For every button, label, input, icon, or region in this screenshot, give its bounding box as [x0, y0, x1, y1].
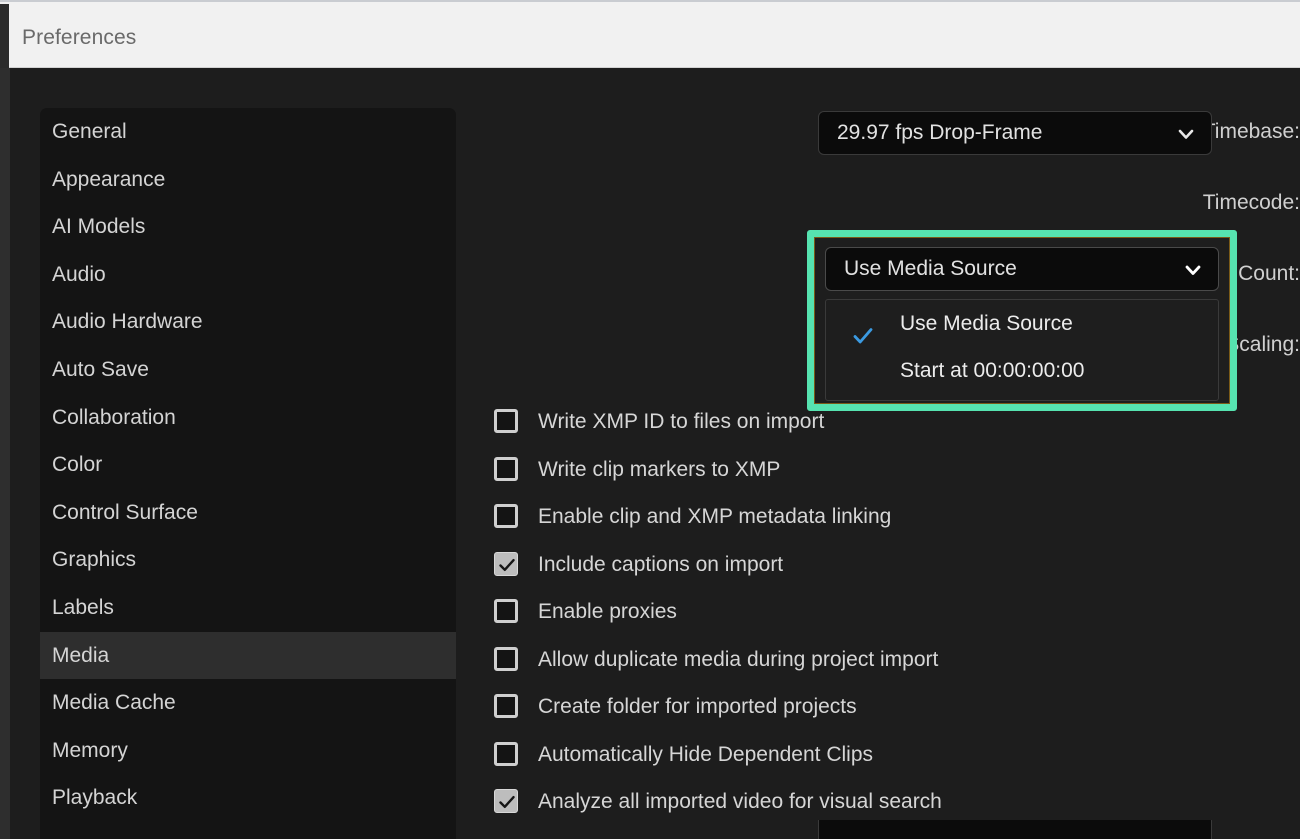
- checkbox-row[interactable]: Automatically Hide Dependent Clips: [494, 731, 1284, 779]
- checkbox-checked-icon[interactable]: [494, 789, 518, 813]
- timecode-menu-item-label: Use Media Source: [900, 312, 1073, 335]
- window-titlebar: Preferences: [0, 0, 1300, 70]
- timecode-dropdown-menu[interactable]: Use Media Source Start at 00:00:00:00: [825, 299, 1219, 401]
- checkbox-label: Write clip markers to XMP: [538, 457, 781, 481]
- sidebar-item-label: Auto Save: [52, 357, 149, 381]
- checkbox-label: Allow duplicate media during project imp…: [538, 647, 939, 671]
- checkbox-unchecked-icon[interactable]: [494, 409, 518, 433]
- sidebar-item-collaboration[interactable]: Collaboration: [40, 394, 456, 442]
- sidebar-item-color[interactable]: Color: [40, 441, 456, 489]
- media-timebase-select[interactable]: 29.97 fps Drop-Frame: [818, 111, 1212, 155]
- sidebar-item-label: Collaboration: [52, 405, 176, 429]
- sidebar-item-graphics[interactable]: Graphics: [40, 536, 456, 584]
- checkbox-unchecked-icon[interactable]: [494, 504, 518, 528]
- checkbox-label: Write XMP ID to files on import: [538, 410, 825, 433]
- checkbox-unchecked-icon[interactable]: [494, 741, 518, 766]
- checkbox-unchecked-icon[interactable]: [494, 456, 518, 481]
- checkbox-row[interactable]: Enable proxies: [494, 588, 1284, 636]
- checkbox-label: Create folder for imported projects: [538, 695, 857, 718]
- timecode-menu-item-label: Start at 00:00:00:00: [900, 359, 1085, 382]
- window-body: General Appearance AI Models Audio Audio Har…: [0, 68, 1300, 839]
- timecode-highlight-box: Use Media Source Use Media Source Start a…: [807, 230, 1237, 411]
- row-clipped-bottom: [456, 820, 1300, 839]
- sidebar-item-label: General: [52, 120, 127, 143]
- checkbox-unchecked-icon[interactable]: [494, 599, 518, 623]
- sidebar-item-general[interactable]: General: [40, 108, 456, 156]
- row-timecode: Timecode:: [456, 177, 1300, 229]
- sidebar-item-label: Control Surface: [52, 500, 198, 524]
- checkbox-row[interactable]: Write clip markers to XMP: [494, 446, 1284, 494]
- timecode-menu-item[interactable]: Use Media Source: [826, 300, 1218, 347]
- checkbox-unchecked-icon[interactable]: [494, 646, 518, 671]
- timecode-value: Use Media Source: [844, 257, 1017, 280]
- sidebar-item-labels[interactable]: Labels: [40, 584, 456, 632]
- checkbox-row[interactable]: Enable clip and XMP metadata linking: [494, 493, 1284, 541]
- titlebar-left-notch: [0, 4, 9, 70]
- sidebar-item-audio-hardware[interactable]: Audio Hardware: [40, 298, 456, 346]
- settings-pane: Indeterminate Media Timebase: 29.97 fps …: [456, 68, 1300, 839]
- sidebar-item-label: AI Models: [52, 215, 146, 239]
- checkbox-row[interactable]: Create folder for imported projects: [494, 683, 1284, 731]
- row-media-timebase: Indeterminate Media Timebase: 29.97 fps …: [456, 106, 1300, 158]
- checkbox-label: Enable proxies: [538, 600, 677, 623]
- sidebar-item-label: Color: [52, 453, 103, 477]
- checkbox-label: Enable clip and XMP metadata linking: [538, 505, 892, 528]
- sidebar-item-media[interactable]: Media: [40, 631, 456, 680]
- sidebar-item-label: Audio Hardware: [52, 310, 203, 334]
- preferences-window: Preferences General Appearance AI Models Au…: [0, 0, 1300, 839]
- checkbox-checked-icon[interactable]: [494, 551, 518, 576]
- checkbox-unchecked-icon[interactable]: [494, 694, 518, 718]
- check-icon: [853, 315, 873, 344]
- checkbox-label: Automatically Hide Dependent Clips: [538, 742, 874, 766]
- sidebar-item-label: Appearance: [52, 167, 166, 191]
- sidebar-item-control-surface[interactable]: Control Surface: [40, 489, 456, 537]
- sidebar-item-label: Audio: [52, 262, 106, 286]
- sidebar-item-appearance[interactable]: Appearance: [40, 156, 456, 204]
- sidebar-item-label: Labels: [52, 595, 114, 619]
- timecode-menu-item[interactable]: Start at 00:00:00:00: [826, 347, 1218, 394]
- page-title: Preferences: [22, 26, 137, 49]
- chevron-down-icon: [1184, 261, 1202, 279]
- sidebar-item-media-cache[interactable]: Media Cache: [40, 679, 456, 727]
- sidebar-item-audio[interactable]: Audio: [40, 251, 456, 299]
- checkbox-row[interactable]: Include captions on import: [494, 541, 1284, 589]
- row-partial: [456, 820, 1300, 839]
- left-rail: [0, 68, 10, 839]
- sidebar-item-ai-models[interactable]: AI Models: [40, 203, 456, 251]
- sidebar-item-memory[interactable]: Memory: [40, 727, 456, 775]
- sidebar-item-label: Media: [52, 643, 110, 667]
- label-timecode: Timecode:: [1202, 191, 1300, 214]
- sidebar-item-playback[interactable]: Playback: [40, 774, 456, 822]
- sidebar-item-label: Media Cache: [52, 691, 176, 715]
- sidebar-item-label: Playback: [52, 786, 138, 810]
- media-timebase-value: 29.97 fps Drop-Frame: [837, 121, 1043, 144]
- checkbox-label: Analyze all imported video for visual se…: [538, 790, 942, 813]
- partial-select[interactable]: [818, 820, 1212, 839]
- timecode-select[interactable]: Use Media Source: [825, 247, 1219, 291]
- sidebar-item-label: Memory: [52, 738, 128, 762]
- checkbox-label: Include captions on import: [538, 552, 784, 576]
- checkbox-row[interactable]: Analyze all imported video for visual se…: [494, 778, 1284, 826]
- sidebar-item-label: Graphics: [52, 548, 137, 572]
- sidebar-item-auto-save[interactable]: Auto Save: [40, 346, 456, 394]
- preferences-category-list[interactable]: General Appearance AI Models Audio Audio Har…: [40, 108, 456, 839]
- chevron-down-icon: [1177, 125, 1195, 143]
- checkbox-row[interactable]: Allow duplicate media during project imp…: [494, 636, 1284, 684]
